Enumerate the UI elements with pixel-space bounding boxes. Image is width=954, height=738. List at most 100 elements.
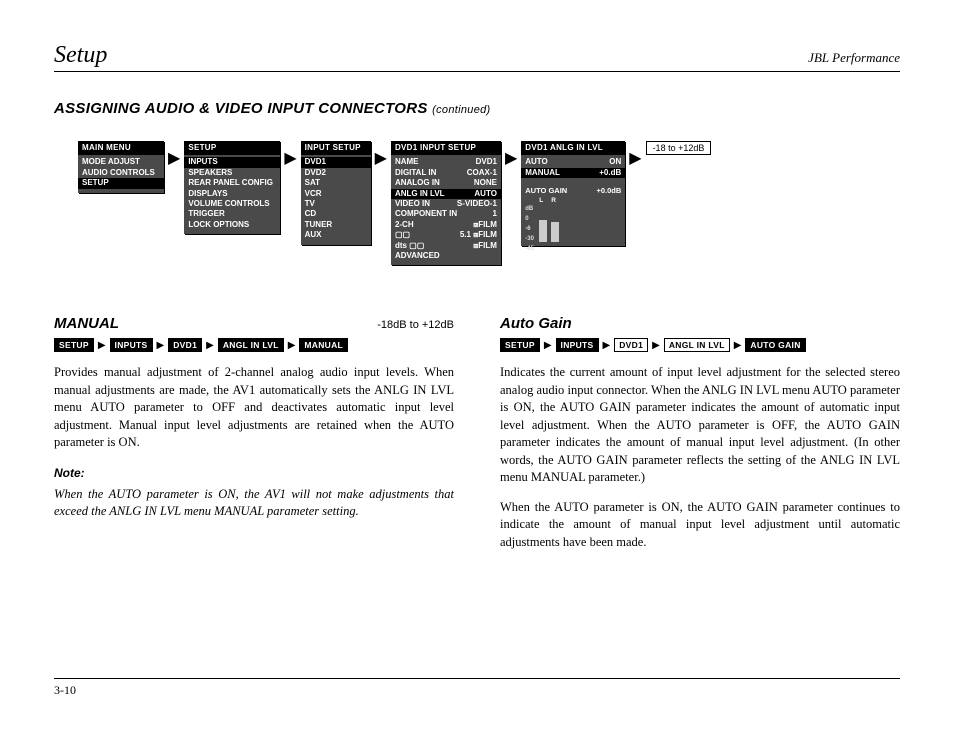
menu-row-l: ▢▢ <box>395 230 410 240</box>
content-columns: MANUAL -18dB to +12dB SETUP ▶ INPUTS ▶ D… <box>54 315 900 551</box>
menu-flow-diagram: MAIN MENU MODE ADJUST AUDIO CONTROLS SET… <box>78 141 900 265</box>
menu-setup-body: INPUTS SPEAKERS REAR PANEL CONFIG DISPLA… <box>184 155 280 232</box>
menu-row-l: ANLG IN LVL <box>395 189 445 199</box>
menu-row-r: ON <box>609 157 621 167</box>
menu-item: SAT <box>305 178 367 188</box>
meter-channel-labels: L R <box>525 197 621 205</box>
arrow-icon: ▶ <box>544 340 552 351</box>
menu-row: dts ▢▢⧈FILM <box>395 241 497 251</box>
scale-tick: -45 <box>525 246 534 252</box>
section-title-cont: (continued) <box>432 104 490 116</box>
menu-item: CD <box>305 209 367 219</box>
arrow-icon: ▶ <box>734 340 742 351</box>
left-col-range: -18dB to +12dB <box>377 319 454 331</box>
right-breadcrumb: SETUP ▶ INPUTS ▶ DVD1 ▶ ANGL IN LVL ▶ AU… <box>500 338 900 352</box>
menu-row: NAME DVD1 <box>395 157 497 167</box>
menu-item: MODE ADJUST <box>82 157 160 167</box>
scale-tick: 0 <box>525 216 534 222</box>
menu-main-title: MAIN MENU <box>78 141 164 155</box>
meter-title-l: AUTO GAIN <box>525 186 567 196</box>
menu-row: ADVANCED <box>395 251 497 261</box>
scale-tick: dB <box>525 206 534 212</box>
meter-l-label: L <box>539 197 543 205</box>
crumb: SETUP <box>54 338 94 352</box>
menu-input-setup-body: DVD1 DVD2 SAT VCR TV CD TUNER AUX <box>301 155 371 242</box>
menu-dvd1-setup-body: NAMEDVD1 DIGITAL INCOAX-1 ANALOG INNONE … <box>391 155 501 263</box>
menu-item-selected: INPUTS <box>184 157 280 167</box>
page-header: Setup JBL Performance <box>54 42 900 72</box>
menu-row-l: ANALOG IN <box>395 178 440 188</box>
menu-dvd1-setup: DVD1 INPUT SETUP NAME DVD1 DIGITAL INCOAX… <box>391 141 501 265</box>
meter-title: AUTO GAIN +0.0dB <box>525 186 621 196</box>
meter-title-r: +0.0dB <box>596 186 621 196</box>
arrow-icon: ▶ <box>206 340 214 351</box>
menu-item: AUDIO CONTROLS <box>82 168 160 178</box>
right-col-head: Auto Gain <box>500 315 900 332</box>
menu-row-r: AUTO <box>474 189 497 199</box>
menu-row-r: S-VIDEO-1 <box>457 199 497 209</box>
note-body: When the AUTO parameter is ON, the AV1 w… <box>54 486 454 521</box>
scale-tick: -6 <box>525 226 534 232</box>
level-meter: AUTO GAIN +0.0dB L R dB 0 -6 -30 -45 <box>521 186 625 244</box>
menu-row-l: COMPONENT IN <box>395 209 457 219</box>
left-col-head: MANUAL <box>54 315 119 332</box>
menu-row-r: 1 <box>492 209 496 219</box>
menu-row-selected: ANLG IN LVL AUTO <box>391 189 501 199</box>
menu-row-l: ADVANCED <box>395 251 440 261</box>
left-col-body: Provides manual adjustment of 2-channel … <box>54 364 454 452</box>
crumb: DVD1 <box>168 338 202 352</box>
menu-row: DIGITAL INCOAX-1 <box>395 168 497 178</box>
menu-row-l: AUTO <box>525 157 548 167</box>
menu-anlg-title: DVD1 ANLG IN LVL <box>521 141 625 155</box>
menu-item-selected: DVD1 <box>301 157 371 167</box>
menu-item: VCR <box>305 189 367 199</box>
arrow-icon: ▶ <box>629 151 641 167</box>
menu-row: AUTO ON <box>525 157 621 167</box>
page-footer: 3-10 <box>54 678 900 698</box>
section-title: ASSIGNING AUDIO & VIDEO INPUT CONNECTORS… <box>54 100 900 117</box>
menu-row: VIDEO IN S-VIDEO-1 <box>395 199 497 209</box>
menu-input-setup: INPUT SETUP DVD1 DVD2 SAT VCR TV CD TUNE… <box>301 141 371 245</box>
crumb: MANUAL <box>299 338 348 352</box>
menu-setup-title: SETUP <box>184 141 280 155</box>
menu-item: AUX <box>305 230 367 240</box>
scale-tick: -30 <box>525 236 534 242</box>
menu-row-l: MANUAL <box>525 168 560 178</box>
menu-item: LOCK OPTIONS <box>188 220 276 230</box>
page-number: 3-10 <box>54 683 76 697</box>
meter-bar-right <box>551 222 559 242</box>
arrow-icon: ▶ <box>157 340 165 351</box>
menu-row: 2-CH ⧈FILM <box>395 220 497 230</box>
menu-main: MAIN MENU MODE ADJUST AUDIO CONTROLS SET… <box>78 141 164 193</box>
arrow-icon: ▶ <box>284 151 296 167</box>
menu-row-l: VIDEO IN <box>395 199 430 209</box>
menu-setup: SETUP INPUTS SPEAKERS REAR PANEL CONFIG … <box>184 141 280 234</box>
crumb: ANGL IN LVL <box>218 338 284 352</box>
menu-row: ANALOG INNONE <box>395 178 497 188</box>
menu-item: TV <box>305 199 367 209</box>
menu-row-r: DVD1 <box>476 157 497 167</box>
menu-row-r: ⧈FILM <box>473 220 497 230</box>
arrow-icon: ▶ <box>288 340 296 351</box>
header-left: Setup <box>54 42 107 69</box>
menu-anlg-body: AUTOON MANUAL+0.dB <box>521 155 625 180</box>
menu-item: DISPLAYS <box>188 189 276 199</box>
meter-bars: dB 0 -6 -30 -45 <box>525 206 575 242</box>
menu-dvd1-setup-title: DVD1 INPUT SETUP <box>391 141 501 155</box>
right-col-body2: When the AUTO parameter is ON, the AUTO … <box>500 499 900 552</box>
header-right: JBL Performance <box>808 50 900 66</box>
crumb-outline: DVD1 <box>614 338 648 352</box>
crumb-outline: ANGL IN LVL <box>664 338 730 352</box>
right-column: Auto Gain SETUP ▶ INPUTS ▶ DVD1 ▶ ANGL I… <box>500 315 900 551</box>
crumb: INPUTS <box>556 338 599 352</box>
menu-row-l: 2-CH <box>395 220 414 230</box>
menu-row-l: NAME <box>395 157 419 167</box>
arrow-icon: ▶ <box>603 340 611 351</box>
menu-row: ▢▢5.1 ⧈FILM <box>395 230 497 240</box>
menu-item: DVD2 <box>305 168 367 178</box>
menu-item: VOLUME CONTROLS <box>188 199 276 209</box>
left-column: MANUAL -18dB to +12dB SETUP ▶ INPUTS ▶ D… <box>54 315 454 551</box>
meter-bar-left <box>539 220 547 242</box>
page: Setup JBL Performance ASSIGNING AUDIO & … <box>0 0 954 738</box>
note-heading: Note: <box>54 466 454 480</box>
